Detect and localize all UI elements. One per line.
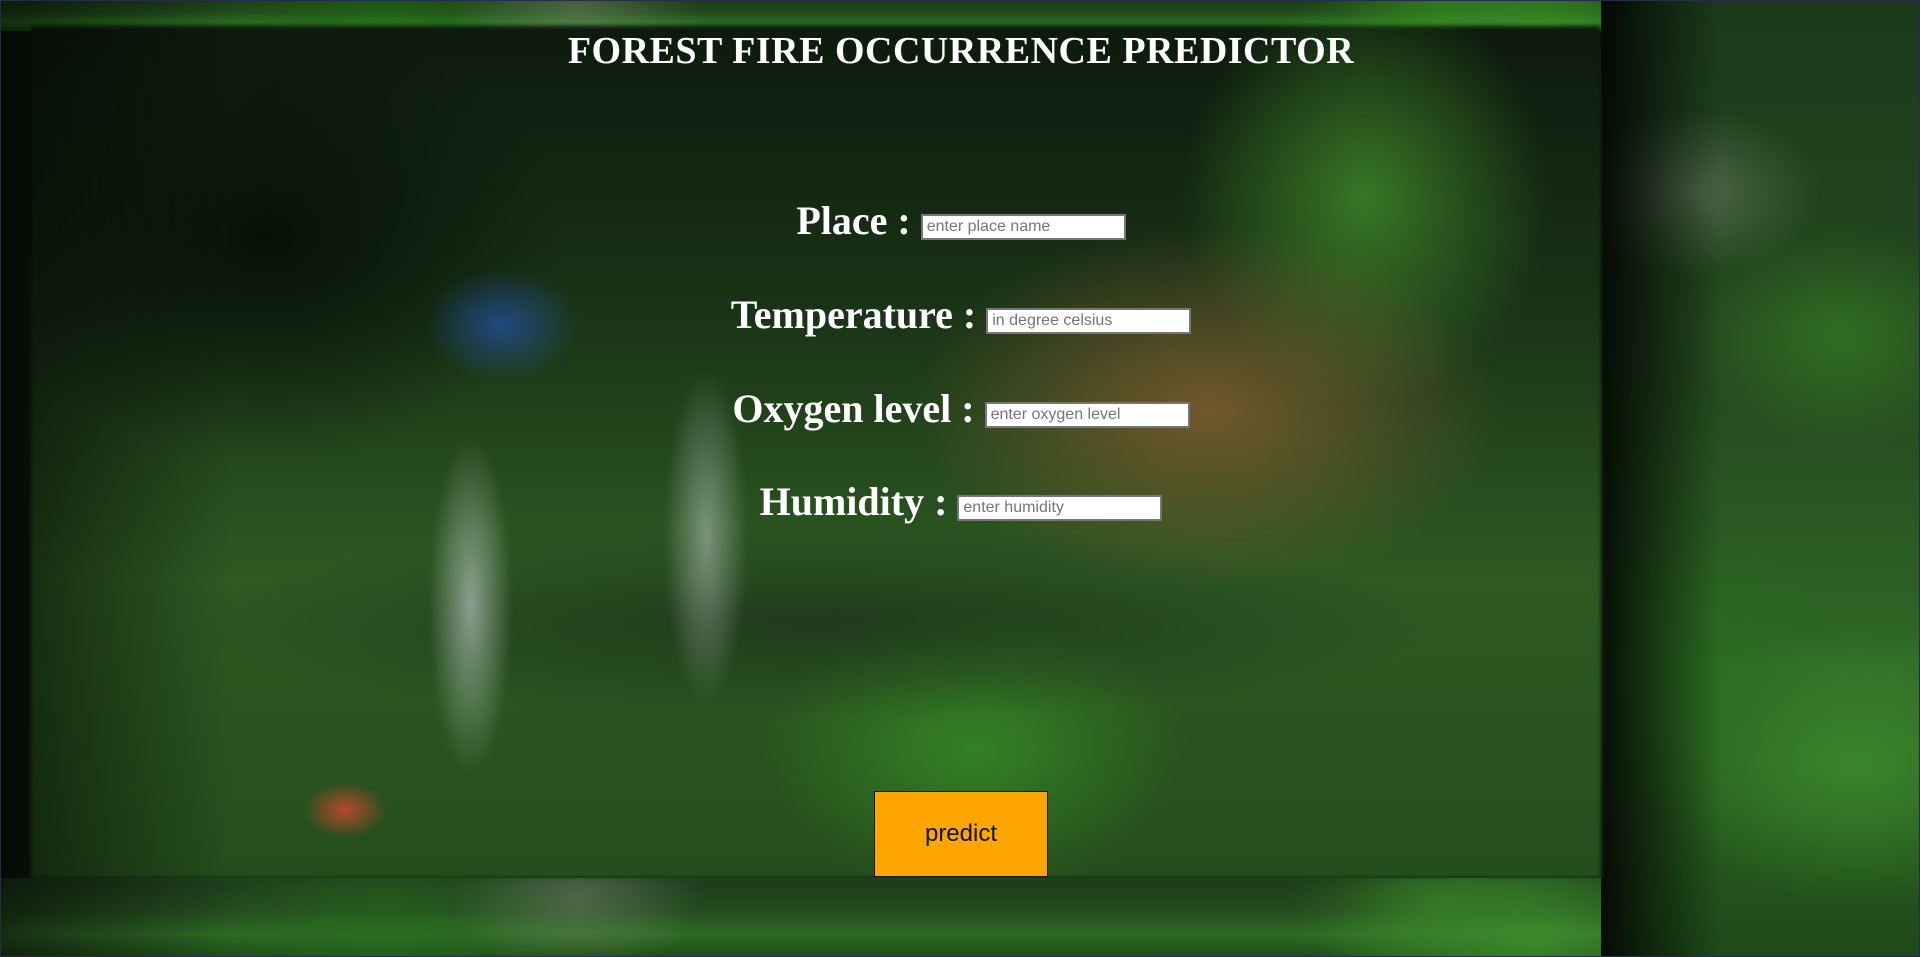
predict-button[interactable]: predict: [874, 791, 1048, 877]
background-image-main: [31, 26, 1601, 878]
place-row: Place :: [1, 197, 1919, 244]
temperature-label: Temperature :: [730, 292, 977, 337]
oxygen-level-row: Oxygen level :: [1, 385, 1919, 432]
page-title: FOREST FIRE OCCURRENCE PREDICTOR: [567, 30, 1355, 72]
place-input[interactable]: [920, 213, 1126, 240]
humidity-input[interactable]: [957, 494, 1163, 521]
page-root: FOREST FIRE OCCURRENCE PREDICTOR Place :…: [0, 0, 1920, 957]
temperature-row: Temperature :: [1, 291, 1919, 338]
humidity-label: Humidity :: [759, 479, 948, 524]
temperature-input[interactable]: [986, 307, 1192, 334]
oxygen-level-input[interactable]: [984, 401, 1190, 428]
place-label: Place :: [796, 198, 911, 243]
humidity-row: Humidity :: [1, 478, 1919, 525]
oxygen-level-label: Oxygen level :: [732, 386, 975, 431]
